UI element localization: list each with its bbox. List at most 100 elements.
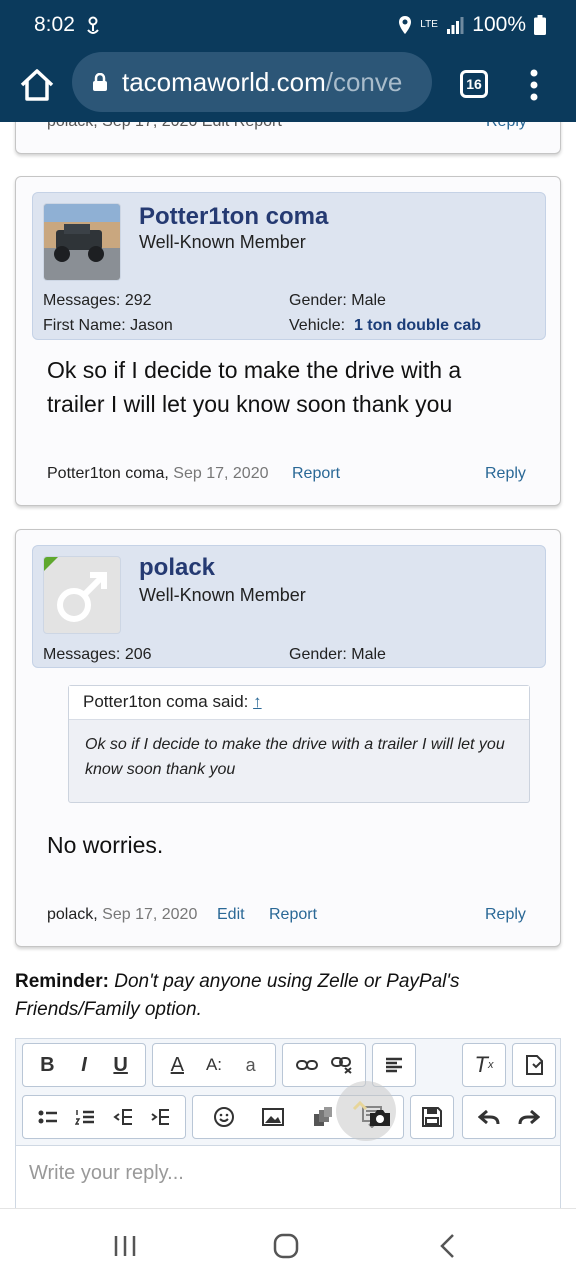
notification-icon [87,16,99,34]
reply-input[interactable]: Write your reply... [16,1145,560,1208]
gender-label: Gender: [289,646,347,663]
toolbar-group-lists [22,1095,186,1139]
lte-indicator: LTE [420,19,438,30]
media-icon[interactable] [308,1102,338,1132]
gender-value: Male [351,646,386,663]
gender-label: Gender: [289,292,347,309]
report-link[interactable]: Report [292,465,340,483]
toolbar-group-clear: Tx [462,1043,506,1087]
url-host: tacomaworld.com [122,66,326,97]
android-nav-bar [0,1208,576,1280]
url-bar[interactable]: tacomaworld.com/conve [72,52,432,112]
numbered-list-icon[interactable] [70,1102,100,1132]
firstname-value: Jason [130,317,173,334]
edit-link[interactable]: Edit [217,906,245,924]
vehicle-value[interactable]: 1 ton double cab [354,317,481,334]
toolbar-group-link [282,1043,366,1087]
indent-icon[interactable] [145,1102,175,1132]
reply-link[interactable]: Reply [485,906,526,924]
messages-label: Messages: [43,646,121,663]
post-date[interactable]: Sep 17, 2020 [173,465,268,482]
messages-stat: Messages: 292 [43,292,152,310]
reply-editor: B I U A A: a Tx Write your reply... [15,1038,561,1208]
emoji-icon[interactable] [209,1102,239,1132]
firstname-stat: First Name: Jason [43,317,173,335]
clear-formatting-icon[interactable]: Tx [469,1050,499,1080]
messages-stat: Messages: 206 [43,646,152,664]
male-avatar-icon [44,557,107,622]
post-body: No worries. [47,832,164,858]
report-link[interactable]: Report [269,906,317,924]
bullet-list-icon[interactable] [33,1102,63,1132]
post-date[interactable]: Sep 17, 2020 [102,906,197,923]
user-title: Well-Known Member [139,232,306,252]
underline-button[interactable]: U [106,1050,136,1080]
back-nav-icon[interactable] [436,1233,460,1259]
user-info-panel: polack Well-Known Member Messages: 206 G… [32,545,546,668]
avatar[interactable] [43,203,121,281]
username[interactable]: polack [139,554,215,582]
post-card-previous: polack, Sep 17, 2020 Edit Report Reply [15,122,561,154]
vehicle-label: Vehicle: [289,317,346,334]
font-family-button[interactable]: a [236,1050,266,1080]
recent-apps-icon[interactable] [112,1234,138,1258]
previous-reply-link[interactable]: Reply [486,122,527,131]
drag-handle-icon [352,1101,368,1111]
outdent-icon[interactable] [108,1102,138,1132]
post-author[interactable]: polack, [47,906,98,923]
messages-count: 292 [124,292,152,309]
font-size-button[interactable]: A: [199,1050,229,1080]
gender-stat: Gender: Male [289,292,386,310]
toolbar-group-align [372,1043,416,1087]
home-nav-icon[interactable] [272,1232,300,1260]
post-author[interactable]: Potter1ton coma, [47,465,169,482]
battery-percent: 100% [472,13,526,36]
camera-icon [370,1110,390,1126]
align-icon[interactable] [379,1050,409,1080]
user-title: Well-Known Member [139,585,306,605]
tab-count: 16 [466,76,482,92]
messages-label: Messages: [43,292,121,309]
url-path: /conve [325,66,403,97]
lock-icon [93,73,107,91]
toolbar-group-save [410,1095,454,1139]
battery-icon [534,15,546,35]
camera-button[interactable] [336,1081,396,1141]
font-color-button[interactable]: A [162,1050,192,1080]
post-body: Ok so if I decide to make the drive with… [47,357,462,417]
location-icon [399,16,412,34]
status-bar: 8:02 LTE 100% [0,0,576,52]
previous-post-footer: polack, Sep 17, 2020 Edit Report [47,122,282,131]
unlink-icon[interactable] [327,1050,357,1080]
bold-button[interactable]: B [32,1050,62,1080]
status-time: 8:02 [34,13,75,36]
reply-placeholder: Write your reply... [29,1162,184,1184]
reply-link[interactable]: Reply [485,465,526,483]
username[interactable]: Potter1ton coma [139,203,328,231]
save-draft-icon[interactable] [417,1102,447,1132]
quote-author: Potter1ton coma said: [83,692,249,711]
post-footer: Potter1ton coma, Sep 17, 2020 [47,465,269,483]
quote-header: Potter1ton coma said: ↑ [69,686,529,720]
more-menu-icon[interactable] [524,68,544,102]
toolbar-group-more [512,1043,556,1087]
image-icon[interactable] [258,1102,288,1132]
link-icon[interactable] [292,1050,322,1080]
home-icon[interactable] [18,66,56,104]
truck-avatar-image [44,204,120,280]
thread-content: polack, Sep 17, 2020 Edit Report Reply P… [0,122,576,1208]
status-indicators: LTE 100% [398,13,546,37]
italic-button[interactable]: I [69,1050,99,1080]
avatar[interactable] [43,556,121,634]
toolbar-group-history [462,1095,556,1139]
firstname-label: First Name: [43,317,126,334]
tab-switcher-button[interactable]: 16 [460,70,488,98]
redo-icon[interactable] [514,1102,544,1132]
more-options-icon[interactable] [519,1050,549,1080]
quote-jump-icon[interactable]: ↑ [253,692,262,711]
undo-icon[interactable] [474,1102,504,1132]
gender-stat: Gender: Male [289,646,386,664]
reminder-label: Reminder: [15,971,109,992]
post-card: polack Well-Known Member Messages: 206 G… [15,529,561,947]
user-info-panel: Potter1ton coma Well-Known Member Messag… [32,192,546,340]
